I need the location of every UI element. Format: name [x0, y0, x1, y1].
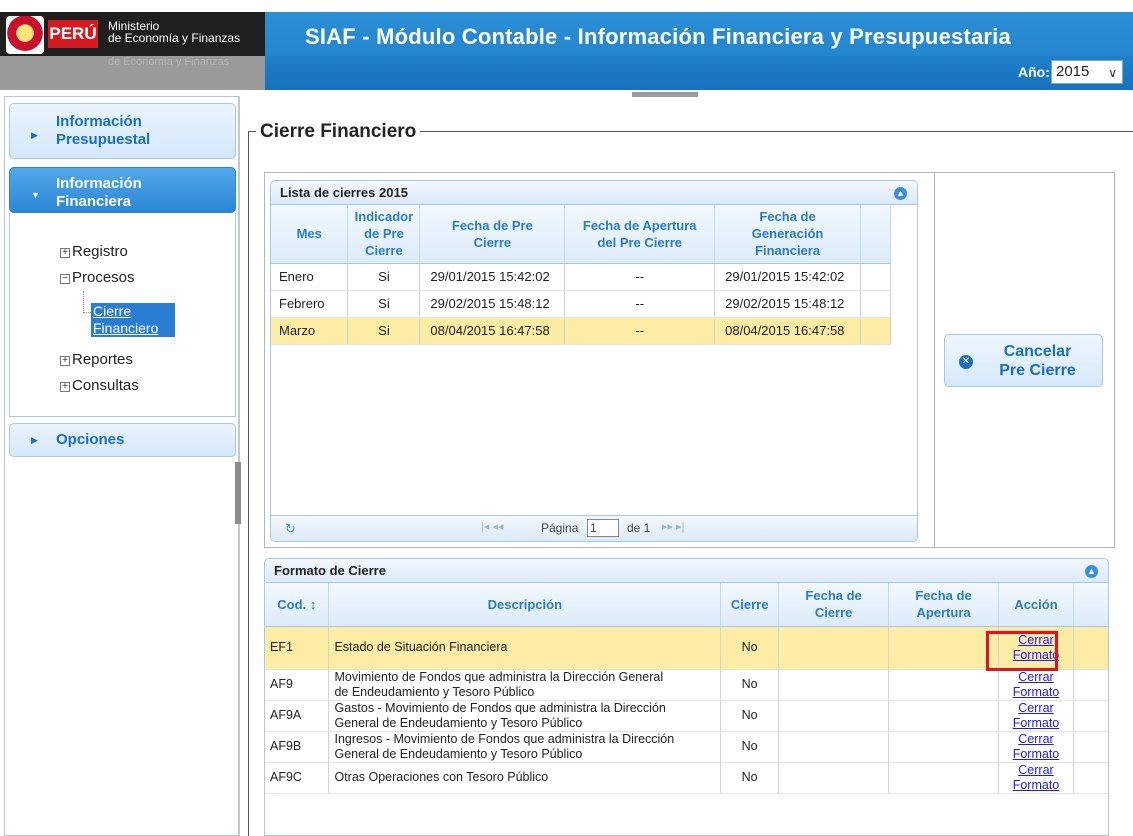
- cerrar-formato-link[interactable]: Cerrar Formato: [1004, 701, 1068, 731]
- grid-caption: Lista de cierres 2015 ▲: [271, 181, 917, 205]
- tree-label: Consultas: [72, 377, 139, 394]
- chevron-up-circle-icon[interactable]: ▲: [894, 187, 907, 200]
- column-header-fecha-apertura[interactable]: Fecha de Apertura: [888, 583, 999, 627]
- page-title: Cierre Financiero: [256, 121, 421, 143]
- accordion-informacion-presupuestal[interactable]: ▶ Información Presupuestal: [9, 103, 236, 159]
- table-row[interactable]: AF9C Otras Operaciones con Tesoro Públic…: [265, 762, 1108, 794]
- column-header-fecha-generacion[interactable]: Fecha de Generación Financiera: [714, 205, 861, 264]
- accordion-opciones[interactable]: ▶ Opciones: [9, 423, 236, 457]
- logo-country: PERÚ: [48, 20, 98, 48]
- chevron-up-circle-icon[interactable]: ▲: [1085, 565, 1098, 578]
- peru-shield-icon: [6, 16, 44, 54]
- table-row[interactable]: AF9A Gastos - Movimiento de Fondos que a…: [265, 700, 1108, 732]
- lista-table: Mes Indicador de Pre Cierre Fecha de Pre Ci…: [271, 205, 891, 345]
- pager: ↻ |◂ ◂◂ Página 1 de 1 ▸▸ ▸|: [271, 515, 917, 541]
- grid-caption: Formato de Cierre ▲: [265, 559, 1108, 583]
- accordion-label-line2: Presupuestal: [56, 131, 151, 148]
- tree-connector: [83, 312, 91, 313]
- column-header-mes[interactable]: Mes: [271, 205, 349, 264]
- logo-text-line2: de Economía y Finanzas: [108, 31, 241, 45]
- expand-icon[interactable]: +: [60, 248, 70, 258]
- cerrar-formato-link[interactable]: Cerrar Formato: [1004, 763, 1068, 793]
- tree-label: Reportes: [72, 351, 133, 368]
- column-header-descripcion[interactable]: Descripción: [328, 583, 722, 627]
- collapse-icon[interactable]: −: [60, 274, 70, 284]
- column-header-indicador[interactable]: Indicador de Pre Cierre: [347, 205, 421, 264]
- table-row[interactable]: AF9 Movimiento de Fondos que administra …: [265, 669, 1108, 701]
- column-header-fecha-cierre[interactable]: Fecha de Cierre: [778, 583, 890, 627]
- tree-item-procesos[interactable]: − Procesos: [60, 269, 135, 286]
- formato-cierre-grid: Formato de Cierre ▲ Cod. ↕ Descripción C…: [264, 558, 1109, 836]
- expand-icon[interactable]: +: [60, 382, 70, 392]
- app-header: PERÚ Ministerio de Economía y Finanzas d…: [0, 0, 1133, 92]
- highlight-annotation: [986, 631, 1058, 671]
- accordion-informacion-financiera[interactable]: ▼ Información Financiera: [9, 167, 236, 213]
- chevron-down-icon: ∨: [1108, 66, 1117, 80]
- pager-first-prev[interactable]: |◂ ◂◂: [481, 520, 503, 533]
- tree-connector: [83, 291, 84, 313]
- pager-label: Página: [541, 521, 579, 535]
- sidebar: ▶ Información Presupuestal ▼ Información…: [4, 96, 239, 836]
- year-select[interactable]: 2015 ∨: [1051, 60, 1123, 84]
- column-header-accion[interactable]: Acción: [998, 583, 1074, 627]
- accordion-label-line1: Información: [56, 175, 142, 192]
- logo: PERÚ Ministerio de Economía y Finanzas d…: [0, 12, 265, 90]
- header-splitter-handle[interactable]: [632, 92, 698, 97]
- accordion-label: Opciones: [56, 431, 125, 448]
- tree-item-registro[interactable]: + Registro: [60, 243, 128, 260]
- column-header-cod[interactable]: Cod. ↕: [265, 583, 330, 627]
- tree-item-cierre-financiero[interactable]: Cierre Financiero: [91, 303, 175, 337]
- cancelar-pre-cierre-button[interactable]: ✕ Cancelar Pre Cierre: [944, 334, 1103, 387]
- column-header-cierre[interactable]: Cierre: [720, 583, 780, 627]
- splitter-handle[interactable]: [235, 462, 241, 524]
- year-value: 2015: [1056, 63, 1090, 80]
- accordion-label-line2: Financiera: [56, 193, 132, 210]
- expand-icon[interactable]: +: [60, 356, 70, 366]
- triangle-right-icon: ▶: [31, 435, 38, 445]
- triangle-down-icon: ▼: [31, 190, 40, 200]
- table-row-selected[interactable]: Marzo Si 08/04/2015 16:47:58 -- 08/04/20…: [271, 317, 891, 345]
- app-title: SIAF - Módulo Contable - Información Fin…: [305, 24, 1011, 49]
- cerrar-formato-link[interactable]: Cerrar Formato: [1004, 670, 1068, 700]
- formato-table: Cod. ↕ Descripción Cierre Fecha de Cierre…: [265, 583, 1108, 794]
- column-header-fecha-pre-cierre[interactable]: Fecha de Pre Cierre: [419, 205, 566, 264]
- table-row[interactable]: AF9B Ingresos - Movimiento de Fondos que…: [265, 731, 1108, 763]
- triangle-right-icon: ▶: [31, 130, 38, 140]
- lista-cierres-grid: Lista de cierres 2015 ▲ Mes Indicador de …: [270, 180, 918, 542]
- year-label: Año:: [1018, 64, 1050, 80]
- pager-total: de 1: [627, 521, 651, 535]
- table-row[interactable]: Enero Si 29/01/2015 15:42:02 -- 29/01/20…: [271, 263, 891, 291]
- refresh-icon[interactable]: ↻: [285, 521, 296, 537]
- close-circle-icon: ✕: [959, 355, 973, 369]
- tree-item-reportes[interactable]: + Reportes: [60, 351, 133, 368]
- accordion-label-line1: Información: [56, 113, 142, 130]
- logo-reflection: de Economía y Finanzas: [108, 56, 230, 68]
- table-row[interactable]: Febrero Si 29/02/2015 15:48:12 -- 29/02/…: [271, 290, 891, 318]
- pager-next-last[interactable]: ▸▸ ▸|: [662, 520, 684, 533]
- page-input[interactable]: 1: [587, 519, 619, 537]
- column-header-fecha-apertura[interactable]: Fecha de Apertura del Pre Cierre: [564, 205, 716, 264]
- cerrar-formato-link[interactable]: Cerrar Formato: [1004, 732, 1068, 762]
- tree-item-consultas[interactable]: + Consultas: [60, 377, 139, 394]
- tree-label: Registro: [72, 243, 128, 260]
- tree-label: Procesos: [72, 269, 135, 286]
- table-row-selected[interactable]: EF1 Estado de Situación Financiera No Ce…: [265, 626, 1108, 670]
